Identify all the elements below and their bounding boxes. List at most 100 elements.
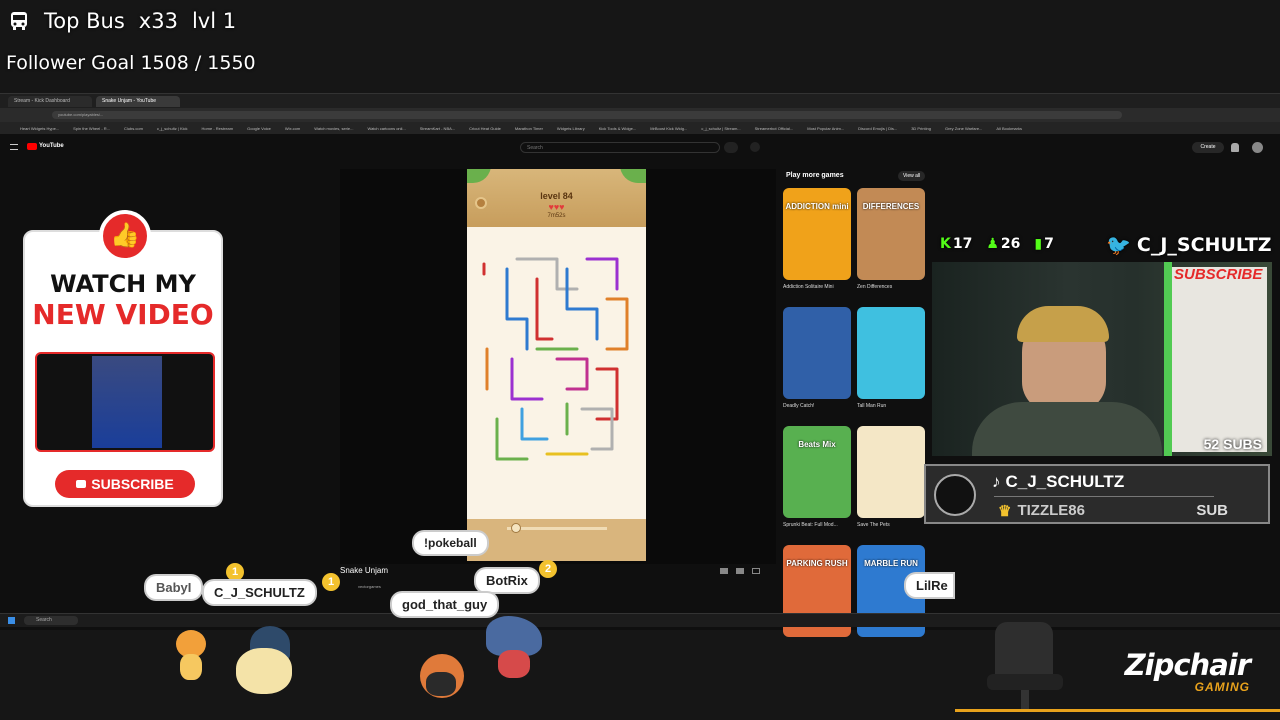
player-controls — [720, 568, 760, 574]
game-tile[interactable]: MARBLE RUN — [857, 545, 925, 660]
bookmark-item[interactable]: Watch movies, serie... — [314, 126, 353, 131]
game-title[interactable]: Tall Man Run — [857, 403, 925, 409]
bookmark-item[interactable]: Most Popular Anim... — [807, 126, 844, 131]
bars-icon: ▮ — [1034, 236, 1043, 252]
game-timer: 7m52s — [547, 213, 566, 219]
game-tile[interactable]: Tall Man Run — [857, 307, 925, 422]
cap — [1017, 306, 1109, 342]
bookmark-item[interactable]: c_j_schultz | Kick — [157, 126, 188, 131]
sub-alert: ♪ C_J_SCHULTZ ♛ TIZZLE86 SUB — [924, 464, 1270, 524]
bookmark-item[interactable]: Streamerbot Official... — [755, 126, 794, 131]
zoom-slider[interactable] — [467, 519, 646, 561]
volume-icon[interactable] — [720, 568, 728, 574]
search-input[interactable]: Search — [520, 142, 720, 153]
twitter-handle: C_J_SCHULTZ — [1136, 234, 1272, 256]
channel-name[interactable]: vectorgames — [358, 584, 381, 589]
bookmark-item[interactable]: Wix.com — [285, 126, 300, 131]
alert-name: ♪ C_J_SCHULTZ — [992, 472, 1125, 491]
bookmark-item[interactable]: Google Voice — [247, 126, 271, 131]
game-tile[interactable]: Save The Pets — [857, 426, 925, 541]
bookmark-item[interactable]: c_j_schultz | Stream... — [701, 126, 740, 131]
game-title[interactable]: Deadly Catch! — [783, 403, 851, 409]
game-tile[interactable]: DIFFERENCES Zen Differences — [857, 188, 925, 303]
video-title: Snake Unjam — [340, 566, 389, 575]
bookmark-item[interactable]: Discord Emojis | Dis... — [858, 126, 897, 131]
level-badge-1: 1 — [226, 563, 244, 581]
gaming-chair-graphic — [985, 622, 1065, 712]
bookmark-item[interactable]: StreamKart - NBA... — [420, 126, 455, 131]
game-thumbnail[interactable]: Beats Mix — [783, 426, 851, 518]
level-badge-cj: 1 — [322, 573, 340, 591]
follower-icon: ♟ — [986, 236, 999, 252]
game-thumbnail[interactable]: DIFFERENCES — [857, 188, 925, 280]
bookmark-item[interactable]: Watch cartoons onli... — [367, 126, 405, 131]
bookmark-item[interactable]: Home - Restream — [202, 126, 234, 131]
taskbar-search[interactable]: Search — [24, 616, 78, 625]
sponsor-logo: Zipchair GAMING — [1110, 648, 1251, 694]
search-icon[interactable] — [724, 142, 738, 153]
avatar[interactable] — [1252, 142, 1263, 153]
url-field[interactable]: youtube.com/playables/... — [52, 111, 1122, 119]
game-art-text: Beats Mix — [798, 440, 836, 449]
game-thumbnail[interactable] — [783, 307, 851, 399]
fullscreen-icon[interactable] — [752, 568, 760, 574]
address-bar[interactable]: youtube.com/playables/... — [0, 108, 1280, 122]
whiteboard — [1172, 267, 1267, 452]
tab-kick-dashboard[interactable]: Stream - Kick Dashboard — [8, 96, 92, 107]
mic-icon[interactable] — [750, 142, 760, 152]
promo-subscribe-label: SUBSCRIBE — [91, 476, 174, 492]
youtube-logo[interactable]: YouTube — [39, 143, 64, 149]
pokemon-cyndaquil — [232, 626, 304, 696]
promo-card[interactable]: 👍 WATCH MY NEW VIDEO SUBSCRIBE — [23, 210, 223, 507]
play-more-heading: Play more games — [786, 172, 844, 179]
bookmark-item[interactable]: MrBoost Kick Widg... — [650, 126, 687, 131]
game-title[interactable]: Addiction Solitaire Mini — [783, 284, 851, 290]
bookmark-item[interactable]: All Bookmarks — [996, 126, 1022, 131]
twitter-icon: 🐦 — [1106, 233, 1131, 257]
promo-subscribe-button[interactable]: SUBSCRIBE — [55, 470, 195, 498]
game-tile[interactable]: PARKING RUSH — [783, 545, 851, 660]
bookmark-item[interactable]: Grey Zone Warfare... — [945, 126, 982, 131]
bookmark-item[interactable]: Spin the Wheel - R... — [73, 126, 110, 131]
bookmark-item[interactable]: 3D Printing — [911, 126, 931, 131]
game-title[interactable]: Sprunki Beat: Full Mod... — [783, 522, 851, 528]
twitter-handle-block: 🐦 C_J_SCHULTZ — [1106, 233, 1272, 257]
bookmark-item[interactable]: Marathon Timer — [515, 126, 543, 131]
menu-icon[interactable] — [10, 144, 18, 150]
game-canvas[interactable]: level 84 ♥♥♥ 7m52s — [467, 169, 646, 561]
bookmark-item[interactable]: Kick Tools & Widge... — [599, 126, 637, 131]
notifications-icon[interactable] — [1231, 143, 1239, 152]
game-art-text: DIFFERENCES — [862, 202, 920, 211]
youtube-logo-icon[interactable] — [27, 143, 37, 150]
chat-bubble-cj: C_J_SCHULTZ — [204, 581, 315, 604]
game-tile[interactable]: Beats Mix Sprunki Beat: Full Mod... — [783, 426, 851, 541]
tab-snake-unjam[interactable]: Snake Unjam - YouTube — [96, 96, 180, 107]
bookmark-item[interactable]: Clubs.com — [124, 126, 143, 131]
video-thumbnail[interactable] — [35, 352, 215, 452]
top-bus-widget: Top Bus x33 lvl 1 — [8, 6, 236, 36]
sponsor-sub: GAMING — [1194, 680, 1250, 694]
create-button[interactable]: Create — [1192, 142, 1224, 153]
game-thumbnail[interactable] — [857, 307, 925, 399]
game-title[interactable]: Zen Differences — [857, 284, 925, 290]
captions-icon[interactable] — [736, 568, 744, 574]
game-header: level 84 ♥♥♥ 7m52s — [467, 169, 646, 227]
like-icon: 👍 — [99, 210, 151, 262]
start-icon[interactable] — [8, 617, 15, 624]
view-all-button[interactable]: View all — [898, 171, 926, 181]
pokeball-command: !pokeball — [414, 532, 487, 554]
slider-thumb[interactable] — [511, 523, 521, 533]
game-tile[interactable]: ADDICTION mini Addiction Solitaire Mini — [783, 188, 851, 303]
bookmark-item[interactable]: Cricut Heat Guide — [469, 126, 501, 131]
game-thumbnail[interactable] — [857, 426, 925, 518]
bookmark-item[interactable]: Heart Widgets Hype... — [20, 126, 59, 131]
bookmarks-bar: Heart Widgets Hype... Spin the Wheel - R.… — [0, 122, 1280, 134]
follower-goal: Follower Goal 1508 / 1550 — [6, 52, 256, 74]
game-thumbnail[interactable]: ADDICTION mini — [783, 188, 851, 280]
snake-puzzle[interactable] — [467, 229, 646, 529]
sponsor-brand: Zipchair — [1124, 648, 1251, 682]
game-title[interactable]: Save The Pets — [857, 522, 925, 528]
alert-type: SUB — [1196, 502, 1228, 519]
bookmark-item[interactable]: Widgets Library — [557, 126, 585, 131]
game-tile[interactable]: Deadly Catch! — [783, 307, 851, 422]
